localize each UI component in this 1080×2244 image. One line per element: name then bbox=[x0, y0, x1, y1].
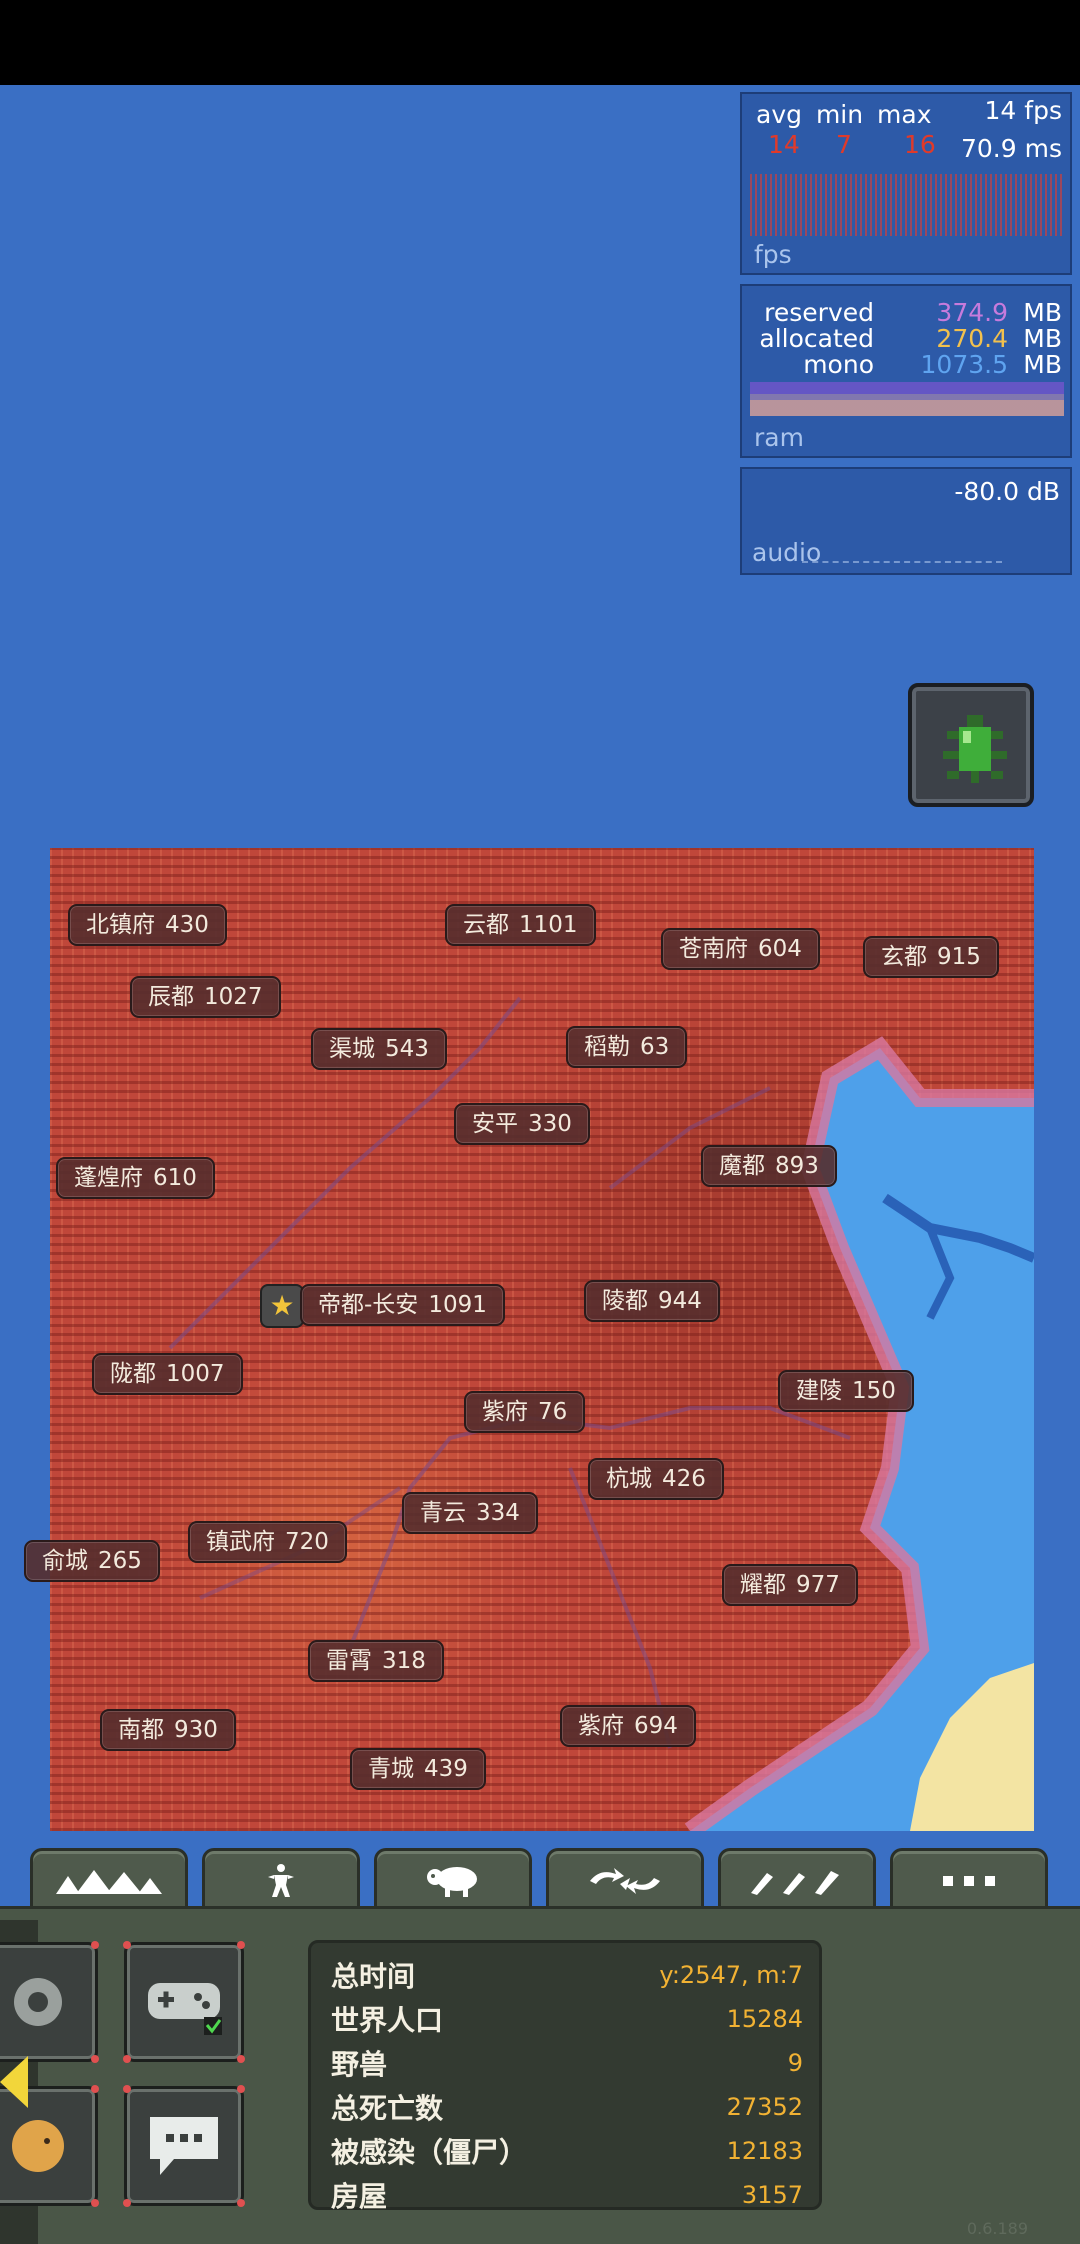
green-beetle-icon bbox=[943, 715, 1007, 783]
stat-row: 世界人口 15284 bbox=[331, 2004, 803, 2037]
gamepad-icon bbox=[148, 1983, 222, 2035]
city-label[interactable]: 北镇府 430 bbox=[68, 904, 227, 946]
fps-current: 14 fps bbox=[984, 96, 1062, 125]
city-label[interactable]: 渠城 543 bbox=[311, 1028, 447, 1070]
tab-more[interactable] bbox=[890, 1848, 1048, 1910]
ram-row-mono: mono 1073.5 MB bbox=[803, 350, 1062, 379]
tab-tools[interactable] bbox=[718, 1848, 876, 1910]
animals-sheep-icon bbox=[427, 1866, 477, 1897]
city-label[interactable]: 辰都 1027 bbox=[130, 976, 281, 1018]
city-label[interactable]: 紫府 694 bbox=[560, 1705, 696, 1747]
city-label[interactable]: 青城 439 bbox=[350, 1748, 486, 1790]
settings-gear-icon bbox=[14, 1978, 62, 2026]
fps-graph bbox=[750, 174, 1064, 236]
city-label[interactable]: 杭城 426 bbox=[588, 1458, 724, 1500]
stat-row: 总时间 y:2547, m:7 bbox=[331, 1960, 803, 1993]
stat-row: 总死亡数 27352 bbox=[331, 2092, 803, 2125]
city-label[interactable]: 紫府 76 bbox=[464, 1391, 586, 1433]
city-label[interactable]: 俞城 265 bbox=[24, 1540, 160, 1582]
chat-button[interactable] bbox=[123, 2085, 245, 2207]
city-label[interactable]: 蓬煌府 610 bbox=[56, 1157, 215, 1199]
city-label[interactable]: 青云 334 bbox=[402, 1492, 538, 1534]
fps-values: 14 7 16 bbox=[768, 130, 936, 159]
city-label[interactable]: 玄都 915 bbox=[863, 936, 999, 978]
chat-bubble-icon bbox=[150, 2117, 218, 2175]
frame-time: 70.9 ms bbox=[961, 134, 1062, 163]
city-label[interactable]: 建陵 150 bbox=[778, 1370, 914, 1412]
power-category-tabs bbox=[0, 1848, 1080, 1910]
ram-row-reserved: reserved 374.9 MB bbox=[764, 298, 1062, 327]
city-label[interactable]: 镇武府 720 bbox=[188, 1521, 347, 1563]
tab-animals[interactable] bbox=[374, 1848, 532, 1910]
audio-level: -80.0 dB bbox=[954, 477, 1060, 506]
scroll-left-arrow-icon[interactable] bbox=[0, 2056, 28, 2108]
ram-debug-panel: reserved 374.9 MB allocated 270.4 MB mon… bbox=[740, 284, 1072, 458]
stat-row: 被感染（僵尸） 12183 bbox=[331, 2136, 803, 2169]
settings-button[interactable] bbox=[0, 1941, 99, 2063]
tools-brushes-icon bbox=[751, 1870, 839, 1895]
world-stats-panel: 总时间 y:2547, m:7 世界人口 15284 野兽 9 总死亡数 27352 被… bbox=[308, 1940, 822, 2213]
stat-row: 野兽 9 bbox=[331, 2048, 803, 2081]
tab-nature[interactable] bbox=[546, 1848, 704, 1910]
city-label[interactable]: 南都 930 bbox=[100, 1709, 236, 1751]
city-label[interactable]: 魔都 893 bbox=[701, 1145, 837, 1187]
city-label[interactable]: 耀都 977 bbox=[722, 1564, 858, 1606]
city-label[interactable]: 苍南府 604 bbox=[661, 928, 820, 970]
city-label[interactable]: 陵都 944 bbox=[584, 1280, 720, 1322]
audio-debug-panel: -80.0 dB audio bbox=[740, 467, 1072, 575]
audio-label: audio bbox=[752, 538, 822, 567]
tab-creatures[interactable] bbox=[202, 1848, 360, 1910]
audio-graph bbox=[802, 561, 1002, 563]
more-dots-icon bbox=[943, 1875, 995, 1886]
city-label-capital[interactable]: 帝都-长安 1091 bbox=[300, 1284, 505, 1326]
emoji-face-icon bbox=[12, 2120, 64, 2172]
ram-row-allocated: allocated 270.4 MB bbox=[759, 324, 1062, 353]
gamepad-button[interactable] bbox=[123, 1941, 245, 2063]
city-label[interactable]: 稻勒 63 bbox=[566, 1026, 688, 1068]
tab-terrain[interactable] bbox=[30, 1848, 188, 1910]
selected-power-button[interactable] bbox=[908, 683, 1034, 807]
terrain-mountains-icon bbox=[56, 1869, 162, 1894]
ram-graph bbox=[750, 382, 1064, 416]
city-label[interactable]: 云都 1101 bbox=[445, 904, 596, 946]
game-version: 0.6.189 bbox=[966, 2219, 1028, 2238]
city-label[interactable]: 雷霄 318 bbox=[308, 1640, 444, 1682]
city-label[interactable]: 安平 330 bbox=[454, 1103, 590, 1145]
creatures-person-icon bbox=[268, 1863, 294, 1897]
city-label[interactable]: 陇都 1007 bbox=[92, 1353, 243, 1395]
fps-debug-panel: avg min max 14 7 16 14 fps 70.9 ms fps bbox=[740, 92, 1072, 275]
capital-star-icon[interactable]: ★ bbox=[260, 1284, 304, 1328]
nature-cycle-icon bbox=[590, 1867, 660, 1894]
fps-headers: avg min max bbox=[756, 100, 932, 129]
stat-row: 房屋 3157 bbox=[331, 2180, 803, 2213]
fps-label: fps bbox=[754, 240, 792, 269]
ram-label: ram bbox=[754, 423, 804, 452]
system-status-bar bbox=[0, 0, 1080, 85]
